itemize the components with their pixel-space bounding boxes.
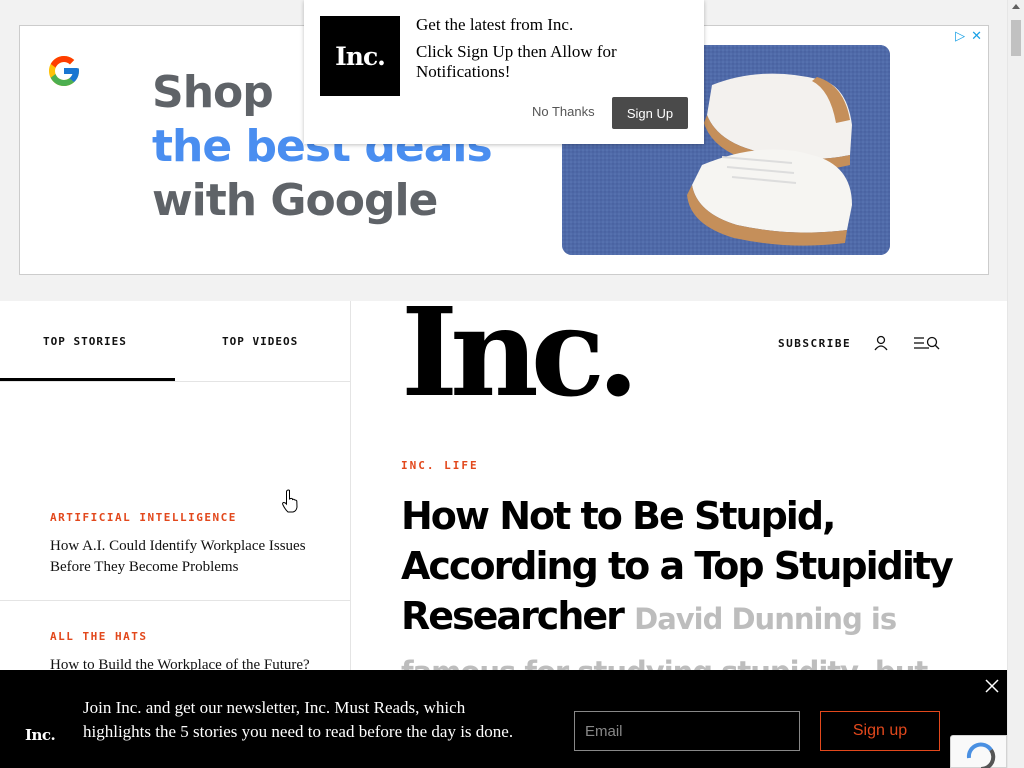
- ad-choices[interactable]: ▷ ✕: [955, 28, 982, 44]
- close-icon[interactable]: [984, 678, 1000, 694]
- tab-top-videos[interactable]: TOP VIDEOS: [222, 335, 298, 348]
- article-section-label[interactable]: INC. LIFE: [401, 459, 479, 472]
- story-category[interactable]: ALL THE HATS: [50, 630, 350, 643]
- inc-notification-logo: Inc.: [320, 16, 400, 96]
- inc-logo[interactable]: Inc.: [401, 291, 640, 413]
- adchoices-play-icon[interactable]: ▷: [955, 28, 965, 44]
- notification-prompt: Inc. Get the latest from Inc. Click Sign…: [304, 0, 704, 144]
- ad-headline-line3: with Google: [152, 175, 438, 226]
- notification-title: Get the latest from Inc.: [416, 15, 574, 34]
- page: Shop the best deals with Google ▷ ✕ Inc.…: [0, 0, 1024, 768]
- recaptcha-badge[interactable]: [950, 735, 1007, 768]
- user-icon[interactable]: [873, 335, 889, 351]
- divider: [0, 600, 350, 601]
- hand-cursor-icon: [282, 489, 298, 513]
- scrollbar-thumb[interactable]: [1011, 20, 1021, 56]
- email-field[interactable]: [574, 711, 800, 751]
- newsletter-inc-logo: Inc.: [25, 726, 56, 744]
- menu-search-icon[interactable]: [913, 335, 941, 351]
- no-thanks-button[interactable]: No Thanks: [532, 104, 595, 119]
- google-g-icon: [49, 56, 79, 86]
- story-category[interactable]: ARTIFICIAL INTELLIGENCE: [50, 511, 350, 524]
- sidebar-tabs: TOP STORIES TOP VIDEOS: [0, 301, 350, 382]
- story-title[interactable]: How A.I. Could Identify Workplace Issues…: [50, 536, 320, 578]
- recaptcha-icon: [966, 742, 996, 768]
- close-icon[interactable]: ✕: [971, 28, 982, 44]
- newsletter-sign-up-button[interactable]: Sign up: [820, 711, 940, 751]
- list-item[interactable]: ARTIFICIAL INTELLIGENCE How A.I. Could I…: [0, 511, 350, 578]
- sign-up-button[interactable]: Sign Up: [612, 97, 688, 129]
- active-tab-indicator: [0, 378, 175, 381]
- scroll-up-arrow-icon[interactable]: [1012, 4, 1020, 9]
- subscribe-link[interactable]: SUBSCRIBE: [778, 337, 851, 350]
- notification-message: Click Sign Up then Allow for Notificatio…: [416, 42, 617, 81]
- newsletter-bar: Inc. Join Inc. and get our newsletter, I…: [0, 670, 1007, 768]
- tab-top-stories[interactable]: TOP STORIES: [43, 335, 127, 348]
- newsletter-text: Join Inc. and get our newsletter, Inc. M…: [83, 698, 514, 741]
- page-scrollbar[interactable]: [1007, 0, 1024, 768]
